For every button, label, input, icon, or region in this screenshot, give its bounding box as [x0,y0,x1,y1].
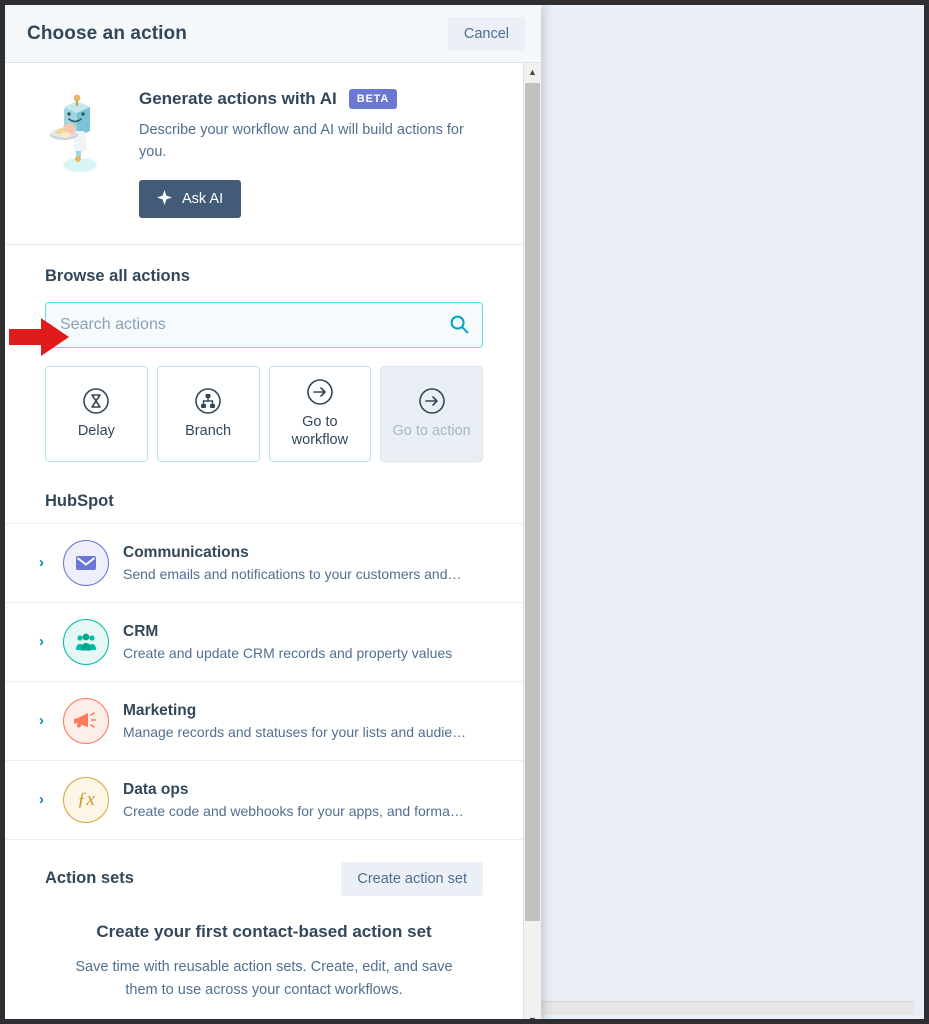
empty-state-title: Create your first contact-based action s… [96,921,432,941]
category-description: Create and update CRM records and proper… [123,644,453,661]
sparkle-icon [157,189,172,208]
chevron-right-icon: › [39,791,44,809]
chevron-right-icon: › [39,712,44,730]
search-input[interactable] [45,301,483,348]
fx-icon: ƒx [63,776,109,823]
quick-action-go-to-workflow[interactable]: Go to workflow [268,365,372,462]
category-name: Data ops [123,780,189,798]
browse-all-actions-section: Browse all actions Search actions Delay … [5,245,523,472]
modal-header: Choose an action Cancel [5,5,541,63]
beta-badge: BETA [348,89,398,109]
category-row-marketing[interactable]: › Marketing Manage records and statuses … [5,680,523,760]
ask-ai-label: Ask AI [182,190,224,207]
category-text: CRM Create and update CRM records and pr… [123,623,483,661]
ai-copy: Generate actions with AI BETA Describe y… [139,85,493,218]
quick-action-cards: Delay Branch Go to workflow Go to action [45,365,483,462]
category-text: Data ops Create code and webhooks for yo… [123,781,483,819]
branch-icon [194,387,222,415]
action-sets-empty-state: Create your first contact-based action s… [5,910,523,1019]
modal-body: Generate actions with AI BETA Describe y… [5,63,541,1024]
modal-scroll-up-arrow[interactable]: ▲ [524,63,541,81]
create-action-set-button[interactable]: Create action set [341,861,483,896]
empty-state-description: Save time with reusable action sets. Cre… [75,958,453,999]
ai-description: Describe your workflow and AI will build… [139,122,464,161]
chevron-right-icon: › [39,554,44,572]
action-sets-heading: Action sets [45,869,134,888]
app-window: ▲ ▼ ollment trigger when they meet these… [0,0,929,1024]
category-row-communications[interactable]: › Communications Send emails and notific… [5,522,523,602]
modal-vertical-scrollbar[interactable]: ▲ ▼ [523,63,541,1019]
category-row-data-ops[interactable]: ƒx › Data ops Create code and webhooks f… [5,759,523,839]
ai-heading: Generate actions with AI [139,89,337,108]
hubspot-heading: HubSpot [45,491,114,510]
quick-action-delay[interactable]: Delay [45,365,148,462]
action-sets-header: Action sets Create action set [5,838,523,910]
generate-with-ai-section: Generate actions with AI BETA Describe y… [5,63,523,245]
quick-action-go-to-action-label: Go to action [392,423,471,440]
category-description: Create code and webhooks for your apps, … [123,802,464,819]
modal-scroll-down-arrow[interactable]: ▼ [524,1011,541,1019]
category-description: Manage records and statuses for your lis… [123,723,467,740]
ask-ai-button[interactable]: Ask AI [139,179,242,218]
megaphone-icon [63,697,109,744]
category-name: CRM [123,622,159,640]
choose-action-modal: Choose an action Cancel Generate actions… [5,5,541,1024]
quick-action-go-to-workflow-label: Go to workflow [291,414,349,449]
connected-apps-header: Connected apps Connect app [5,1020,523,1024]
arrow-right-circle-icon [306,378,334,406]
search-field-wrapper [45,301,483,348]
modal-scroll-content: Generate actions with AI BETA Describe y… [5,63,523,1024]
fx-glyph: ƒx [77,788,95,810]
quick-action-delay-label: Delay [77,423,115,440]
envelope-icon [63,539,109,586]
quick-action-branch-label: Branch [185,423,232,440]
arrow-right-circle-icon-disabled [418,387,446,415]
category-name: Marketing [123,701,197,719]
ai-heading-row: Generate actions with AI BETA [139,89,493,109]
hourglass-icon [82,387,110,415]
cancel-button[interactable]: Cancel [447,16,525,51]
category-row-crm[interactable]: › CRM Create and update CRM records and … [5,601,523,681]
category-description: Send emails and notifications to your cu… [123,565,462,582]
quick-action-branch[interactable]: Branch [156,365,260,462]
category-text: Marketing Manage records and statuses fo… [123,702,483,740]
modal-title: Choose an action [27,22,187,44]
category-text: Communications Send emails and notificat… [123,544,483,582]
category-name: Communications [123,543,249,561]
hubspot-categories-section: HubSpot › Communications Send emails and… [5,472,523,839]
robot-illustration [47,85,109,180]
modal-scroll-thumb[interactable] [525,83,540,921]
quick-action-go-to-action: Go to action [380,365,483,462]
browse-heading: Browse all actions [45,266,190,285]
chevron-right-icon: › [39,633,44,651]
people-icon [63,618,109,665]
